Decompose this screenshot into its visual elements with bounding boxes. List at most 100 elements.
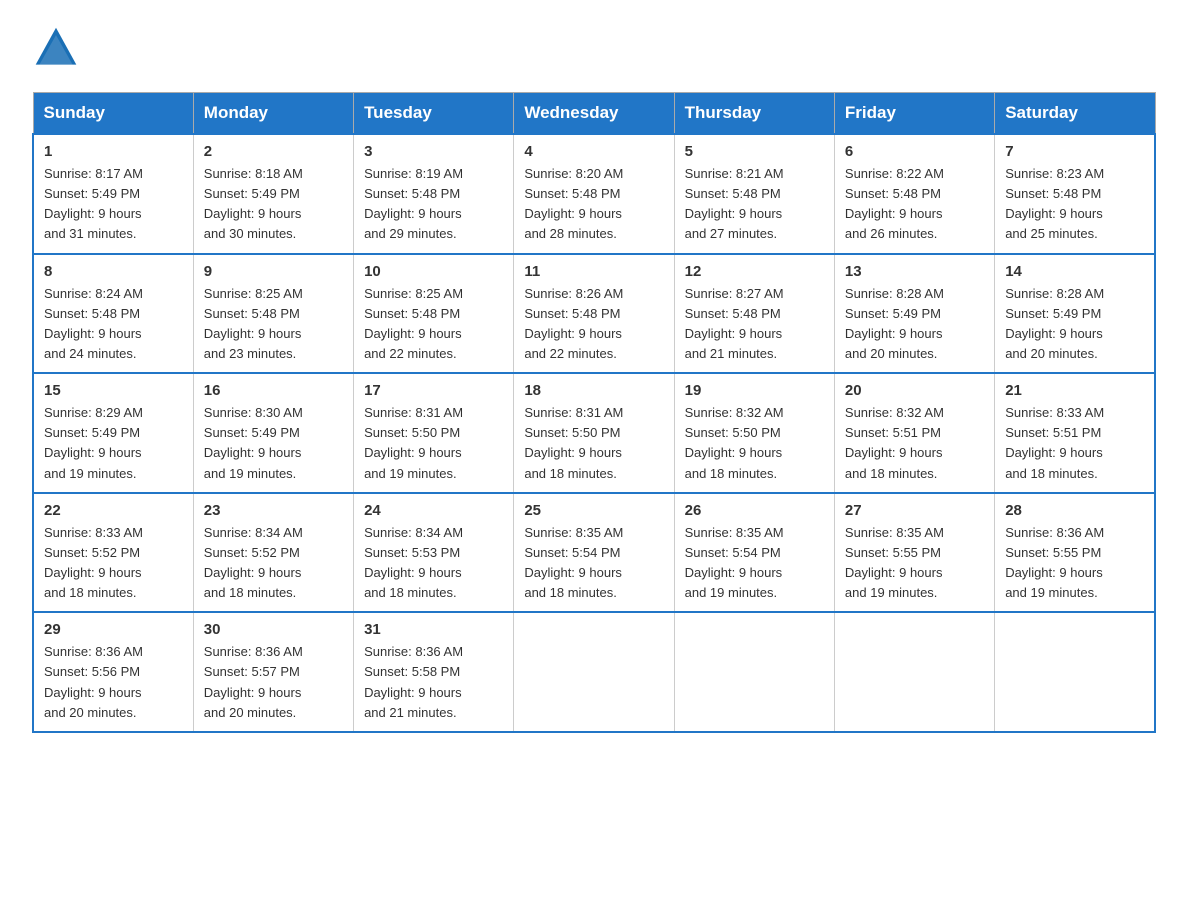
day-info-line: and 19 minutes. [1005,585,1098,600]
day-info-line: Sunset: 5:55 PM [1005,545,1101,560]
day-info: Sunrise: 8:33 AMSunset: 5:52 PMDaylight:… [44,523,183,604]
day-info-line: Sunset: 5:49 PM [1005,306,1101,321]
day-info-line: Sunset: 5:51 PM [1005,425,1101,440]
day-info-line: Sunset: 5:54 PM [524,545,620,560]
day-info-line: and 18 minutes. [204,585,297,600]
day-number: 18 [524,382,663,399]
day-number: 19 [685,382,824,399]
day-info: Sunrise: 8:35 AMSunset: 5:55 PMDaylight:… [845,523,984,604]
day-info-line: Daylight: 9 hours [524,445,622,460]
day-info: Sunrise: 8:34 AMSunset: 5:53 PMDaylight:… [364,523,503,604]
day-info: Sunrise: 8:23 AMSunset: 5:48 PMDaylight:… [1005,164,1144,245]
day-info-line: Sunset: 5:52 PM [44,545,140,560]
day-cell-17: 17Sunrise: 8:31 AMSunset: 5:50 PMDayligh… [354,373,514,493]
day-info-line: and 19 minutes. [204,466,297,481]
day-info-line: and 29 minutes. [364,226,457,241]
day-number: 28 [1005,502,1144,519]
day-number: 5 [685,143,824,160]
day-info-line: Sunset: 5:48 PM [845,186,941,201]
day-info-line: Daylight: 9 hours [845,206,943,221]
day-info-line: Sunset: 5:50 PM [524,425,620,440]
day-info-line: Daylight: 9 hours [524,326,622,341]
day-info-line: and 27 minutes. [685,226,778,241]
day-info-line: Sunrise: 8:36 AM [364,644,463,659]
calendar-header-row: SundayMondayTuesdayWednesdayThursdayFrid… [33,93,1155,135]
day-cell-29: 29Sunrise: 8:36 AMSunset: 5:56 PMDayligh… [33,612,193,732]
day-number: 4 [524,143,663,160]
day-info-line: Sunset: 5:48 PM [524,186,620,201]
day-info-line: Daylight: 9 hours [524,206,622,221]
day-info-line: Sunset: 5:58 PM [364,664,460,679]
day-info-line: Daylight: 9 hours [204,685,302,700]
day-info-line: Daylight: 9 hours [364,326,462,341]
day-info-line: and 21 minutes. [364,705,457,720]
day-info-line: and 18 minutes. [685,466,778,481]
day-cell-14: 14Sunrise: 8:28 AMSunset: 5:49 PMDayligh… [995,254,1155,374]
day-cell-18: 18 Sunrise: 8:31 AM Sunset: 5:50 PM Dayligh… [514,373,674,493]
day-info-line: Sunset: 5:48 PM [364,306,460,321]
col-header-monday: Monday [193,93,353,135]
day-info-line: Sunset: 5:55 PM [845,545,941,560]
day-info-line: Sunrise: 8:34 AM [204,525,303,540]
day-info: Sunrise: 8:36 AM Sunset: 5:58 PM Daylight:… [364,642,503,723]
day-info-line: Sunset: 5:57 PM [204,664,300,679]
day-number: 25 [524,502,663,519]
day-info-line: Sunrise: 8:35 AM [685,525,784,540]
day-info: Sunrise: 8:24 AMSunset: 5:48 PMDaylight:… [44,284,183,365]
day-info-line: Sunrise: 8:26 AM [524,286,623,301]
day-info-line: Daylight: 9 hours [364,685,462,700]
day-cell-3: 3Sunrise: 8:19 AMSunset: 5:48 PMDaylight… [354,134,514,254]
day-info-line: Sunset: 5:56 PM [44,664,140,679]
day-number: 6 [845,143,984,160]
day-info-line: Daylight: 9 hours [44,445,142,460]
day-info-line: and 26 minutes. [845,226,938,241]
day-info-line: Daylight: 9 hours [364,206,462,221]
day-info-line: Sunset: 5:49 PM [204,425,300,440]
day-info-line: Daylight: 9 hours [204,206,302,221]
day-cell-20: 20Sunrise: 8:32 AMSunset: 5:51 PMDayligh… [834,373,994,493]
day-info-line: Daylight: 9 hours [1005,445,1103,460]
day-info-line: Sunset: 5:49 PM [845,306,941,321]
day-number: 1 [44,143,183,160]
logo [32,24,86,72]
day-info-line: Daylight: 9 hours [1005,326,1103,341]
day-number: 29 [44,621,183,638]
day-info-line: and 22 minutes. [524,346,617,361]
day-info-line: Sunrise: 8:27 AM [685,286,784,301]
day-info-line: Sunrise: 8:29 AM [44,405,143,420]
day-info-line: Daylight: 9 hours [364,565,462,580]
day-cell-31: 31 Sunrise: 8:36 AM Sunset: 5:58 PM Dayligh… [354,612,514,732]
day-info-line: Daylight: 9 hours [685,445,783,460]
day-number: 23 [204,502,343,519]
week-row-1: 1 Sunrise: 8:17 AMSunset: 5:49 PMDaylight… [33,134,1155,254]
day-info: Sunrise: 8:35 AMSunset: 5:54 PMDaylight:… [524,523,663,604]
day-info-line: Sunset: 5:49 PM [44,425,140,440]
col-header-thursday: Thursday [674,93,834,135]
day-number: 9 [204,263,343,280]
day-info-line: Sunrise: 8:35 AM [845,525,944,540]
day-info-line: Sunrise: 8:32 AM [685,405,784,420]
day-info: Sunrise: 8:36 AM Sunset: 5:57 PM Daylight:… [204,642,343,723]
day-number: 20 [845,382,984,399]
col-header-tuesday: Tuesday [354,93,514,135]
day-info-line: and 19 minutes. [364,466,457,481]
week-row-2: 8Sunrise: 8:24 AMSunset: 5:48 PMDaylight… [33,254,1155,374]
day-number: 22 [44,502,183,519]
day-info: Sunrise: 8:35 AMSunset: 5:54 PMDaylight:… [685,523,824,604]
day-info-line: Sunrise: 8:36 AM [204,644,303,659]
day-info-line: Sunrise: 8:31 AM [524,405,623,420]
day-info-line: Daylight: 9 hours [204,445,302,460]
day-info-line: Sunset: 5:48 PM [685,306,781,321]
empty-cell [995,612,1155,732]
day-cell-24: 24Sunrise: 8:34 AMSunset: 5:53 PMDayligh… [354,493,514,613]
day-info-line: Sunrise: 8:18 AM [204,166,303,181]
day-info-line: and 18 minutes. [524,585,617,600]
day-cell-26: 26Sunrise: 8:35 AMSunset: 5:54 PMDayligh… [674,493,834,613]
day-info-line: and 19 minutes. [685,585,778,600]
day-info-line: and 19 minutes. [845,585,938,600]
day-number: 11 [524,263,663,280]
day-info-line: and 31 minutes. [44,226,137,241]
day-info: Sunrise: 8:17 AMSunset: 5:49 PMDaylight:… [44,164,183,245]
day-cell-7: 7Sunrise: 8:23 AMSunset: 5:48 PMDaylight… [995,134,1155,254]
day-number: 31 [364,621,503,638]
